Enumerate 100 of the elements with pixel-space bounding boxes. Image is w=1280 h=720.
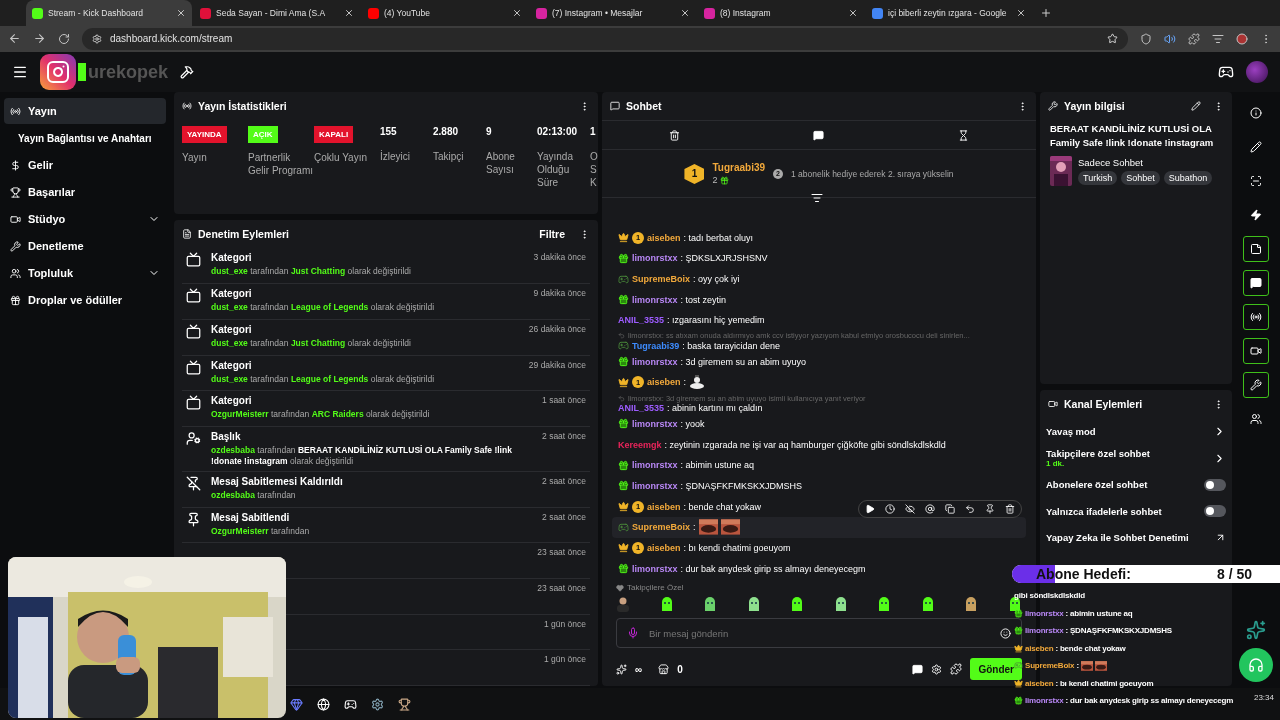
address-field[interactable]: dashboard.kick.com/stream bbox=[82, 27, 1128, 50]
profile-icon[interactable] bbox=[1236, 32, 1248, 45]
reload-icon[interactable] bbox=[58, 32, 70, 45]
new-tab-icon[interactable] bbox=[1040, 7, 1052, 19]
hide-icon[interactable] bbox=[905, 503, 915, 514]
tag[interactable]: Sohbet bbox=[1121, 171, 1160, 186]
channel-action[interactable]: Yavaş mod bbox=[1040, 418, 1232, 445]
mention-icon[interactable] bbox=[925, 503, 935, 514]
puzzle-icon[interactable] bbox=[950, 663, 963, 675]
message-text: : tost zeytin bbox=[680, 294, 727, 305]
tag[interactable]: Turkish bbox=[1078, 171, 1118, 186]
entry-time: 26 dakika önce bbox=[528, 323, 586, 336]
close-icon[interactable] bbox=[344, 8, 354, 18]
entry-time: 23 saat önce bbox=[537, 582, 586, 595]
wrench-icon[interactable] bbox=[1243, 372, 1269, 399]
trophy-icon bbox=[10, 186, 21, 198]
crown-icon bbox=[618, 542, 629, 554]
gift-count: 2 bbox=[712, 175, 718, 186]
hourglass-icon[interactable] bbox=[958, 129, 970, 141]
browser-tab[interactable]: (8) Instagram bbox=[698, 0, 864, 26]
sidebar-item[interactable]: Droplar ve ödüller bbox=[4, 287, 166, 314]
taskbar-icon[interactable] bbox=[344, 697, 357, 711]
sidebar-item[interactable]: Başarılar bbox=[4, 179, 166, 206]
gift-icon bbox=[1014, 696, 1023, 706]
gift-icon bbox=[720, 175, 730, 185]
kick-icon bbox=[32, 7, 43, 19]
username: limonrstxx bbox=[632, 418, 678, 429]
reply-icon[interactable] bbox=[965, 503, 975, 514]
message-text: : ızgarasını hiç yemedim bbox=[667, 315, 765, 326]
message-field[interactable]: Bir mesaj gönderin bbox=[647, 626, 992, 640]
channel-name: urekopek bbox=[88, 61, 169, 83]
store-icon[interactable] bbox=[658, 663, 670, 675]
bookmark-icon[interactable] bbox=[1107, 33, 1118, 45]
play-icon[interactable] bbox=[865, 503, 875, 514]
browser-tab[interactable]: içi biberli zeytin ızgara - Google bbox=[866, 0, 1032, 26]
emote-icon bbox=[659, 596, 674, 612]
gift-icon bbox=[1014, 626, 1023, 636]
close-icon[interactable] bbox=[512, 8, 522, 18]
username: limonrstxx bbox=[632, 460, 678, 471]
chat-icon[interactable] bbox=[1243, 270, 1269, 297]
message-box[interactable]: Bir mesaj gönderin bbox=[616, 618, 1022, 648]
extensions-icon[interactable] bbox=[1188, 32, 1200, 45]
support-button[interactable] bbox=[1239, 648, 1273, 683]
note-icon[interactable] bbox=[1243, 236, 1269, 263]
forward-icon[interactable] bbox=[33, 32, 46, 46]
broadcast-icon[interactable] bbox=[1243, 304, 1269, 331]
username: limonrstxx bbox=[1025, 626, 1064, 636]
microphone-icon[interactable] bbox=[627, 627, 639, 639]
username: limonrstxx bbox=[1025, 696, 1064, 706]
channel-action[interactable]: Yalnızca ifadelerle sohbet bbox=[1040, 497, 1232, 525]
close-icon[interactable] bbox=[848, 8, 858, 18]
sidebar-item[interactable]: Denetleme bbox=[4, 233, 166, 260]
emote-icon bbox=[964, 596, 979, 612]
crown-icon bbox=[1014, 643, 1023, 653]
back-icon[interactable] bbox=[8, 32, 21, 46]
avatar[interactable] bbox=[1246, 61, 1268, 84]
taskbar-icon[interactable] bbox=[371, 697, 384, 711]
taskbar-icon[interactable] bbox=[398, 697, 411, 711]
browser-tab[interactable]: (7) Instagram • Mesajlar bbox=[530, 0, 696, 26]
broadcast-icon bbox=[10, 105, 21, 117]
sidebar-item[interactable]: Yayın Bağlantısı ve Anahtarı bbox=[4, 125, 166, 152]
browser-tab[interactable]: Seda Sayan - Dimi Ama (S.A bbox=[194, 0, 360, 26]
trash-icon[interactable] bbox=[1005, 503, 1015, 514]
rank-badge: 1 bbox=[684, 163, 705, 184]
clock-icon[interactable] bbox=[885, 503, 895, 514]
settings-icon[interactable] bbox=[931, 663, 943, 675]
sidebar-item[interactable]: Topluluk bbox=[4, 260, 166, 287]
audio-icon[interactable] bbox=[1164, 32, 1176, 45]
entry-title: Kategori bbox=[211, 395, 253, 407]
copy-icon[interactable] bbox=[945, 503, 955, 514]
user-settings-icon bbox=[186, 430, 201, 446]
browser-tab[interactable]: (4) YouTube bbox=[362, 0, 528, 26]
tag[interactable]: Subathon bbox=[1163, 171, 1213, 186]
filter-button[interactable]: Filtre bbox=[539, 228, 565, 241]
sidebar-item[interactable]: Stüdyo bbox=[4, 206, 166, 233]
media-icon[interactable] bbox=[1212, 32, 1224, 45]
pin-icon[interactable] bbox=[985, 503, 995, 514]
send-button[interactable]: Gönder bbox=[970, 658, 1022, 680]
entry-title: Mesaj Sabitlendi bbox=[211, 511, 291, 523]
site-settings-icon[interactable] bbox=[92, 33, 102, 44]
close-icon[interactable] bbox=[680, 8, 690, 18]
sidebar-item[interactable]: Gelir bbox=[4, 152, 166, 179]
close-icon[interactable] bbox=[176, 8, 186, 18]
emote-icon bbox=[833, 596, 848, 612]
video-icon[interactable] bbox=[1243, 338, 1269, 365]
browser-tab[interactable]: Stream - Kick Dashboard bbox=[26, 0, 192, 26]
stat-label: Partnerlik Gelir Programı bbox=[248, 151, 314, 178]
channel-action[interactable]: Yapay Zeka ile Sohbet Denetimi bbox=[1040, 524, 1232, 551]
close-icon[interactable] bbox=[1016, 8, 1026, 18]
edit-icon[interactable] bbox=[1191, 101, 1201, 112]
sidebar-item[interactable]: Yayın bbox=[4, 98, 166, 125]
channel-action[interactable]: Takipçilere özel sohbet 1 dk. bbox=[1040, 444, 1232, 472]
crown-icon bbox=[618, 501, 629, 513]
emoji-icon[interactable] bbox=[1000, 627, 1011, 639]
trash-icon[interactable] bbox=[668, 129, 680, 141]
channel-action[interactable]: Abonelere özel sohbet bbox=[1040, 471, 1232, 498]
instagram-icon bbox=[536, 7, 547, 19]
shield-icon[interactable] bbox=[1140, 32, 1152, 45]
username: ANIL_3535 bbox=[618, 402, 665, 413]
hammer-icon[interactable] bbox=[180, 65, 195, 80]
